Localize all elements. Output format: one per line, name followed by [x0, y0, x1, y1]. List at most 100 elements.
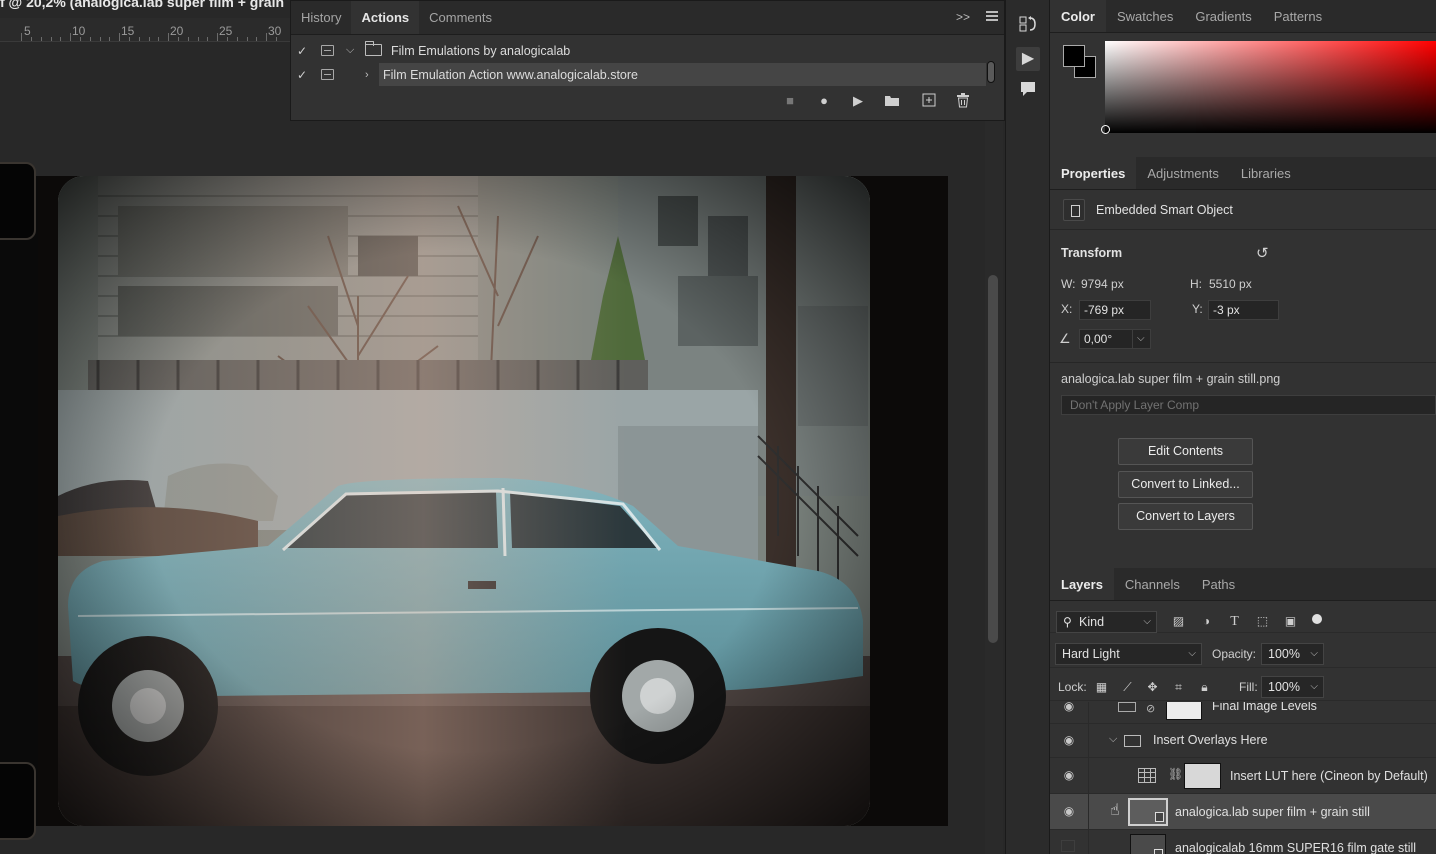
- opacity-value: 100%: [1268, 647, 1300, 661]
- transform-heading: Transform: [1061, 246, 1123, 260]
- filter-toggle-icon[interactable]: [1312, 614, 1322, 624]
- visibility-eye-icon[interactable]: ◉: [1061, 702, 1077, 713]
- chevron-down-icon: ⌵: [1310, 681, 1318, 692]
- fill-label: Fill:: [1239, 680, 1258, 694]
- object-type-label: Embedded Smart Object: [1096, 203, 1233, 217]
- convert-to-layers-button[interactable]: Convert to Layers: [1118, 503, 1253, 530]
- color-picker-cursor[interactable]: [1101, 125, 1110, 134]
- angle-field[interactable]: 0,00°: [1079, 329, 1133, 349]
- height-label: H:: [1190, 277, 1202, 291]
- convert-to-linked-button[interactable]: Convert to Linked...: [1118, 471, 1253, 498]
- history-brush-icon[interactable]: [1016, 14, 1040, 38]
- width-value[interactable]: 9794 px: [1081, 277, 1124, 291]
- canvas-scroll-thumb[interactable]: [988, 275, 998, 643]
- layer-name: Insert LUT here (Cineon by Default): [1230, 769, 1428, 783]
- chevron-down-icon: ⌵: [1188, 648, 1196, 659]
- visibility-off-box[interactable]: [1061, 840, 1075, 852]
- dialog-toggle-icon[interactable]: [321, 45, 334, 56]
- panel-menu-icon[interactable]: [986, 11, 998, 21]
- chevron-down-icon[interactable]: ⌵: [346, 44, 354, 57]
- dialog-toggle-icon[interactable]: [321, 69, 334, 80]
- x-position-field[interactable]: -769 px: [1079, 300, 1151, 320]
- tab-properties[interactable]: Properties: [1050, 157, 1137, 189]
- play-icon[interactable]: ▶: [849, 93, 867, 109]
- layer-row[interactable]: ◉ ⊘ Final Image Levels: [1050, 702, 1436, 724]
- tab-layers[interactable]: Layers: [1050, 568, 1114, 600]
- actions-scrollbar[interactable]: [986, 37, 996, 87]
- tab-adjustments[interactable]: Adjustments: [1136, 157, 1230, 189]
- visibility-eye-icon[interactable]: ◉: [1061, 804, 1077, 818]
- record-icon[interactable]: ●: [815, 93, 833, 109]
- foreground-color-swatch[interactable]: [1063, 45, 1085, 67]
- layer-row[interactable]: ◉ ⛓︎ Insert LUT here (Cineon by Default): [1050, 758, 1436, 794]
- y-label: Y:: [1192, 302, 1203, 316]
- lock-all-icon[interactable]: 🔒︎: [1197, 680, 1212, 695]
- comment-bubble-icon[interactable]: [1016, 80, 1040, 104]
- delete-trash-icon[interactable]: [954, 93, 972, 109]
- fill-field[interactable]: 100% ⌵: [1261, 676, 1324, 698]
- folder-icon: [1124, 735, 1141, 747]
- filter-pixel-icon[interactable]: ▨: [1171, 614, 1186, 629]
- chevron-down-icon[interactable]: ⌵: [1109, 733, 1117, 746]
- visibility-eye-icon[interactable]: ◉: [1061, 733, 1077, 747]
- tab-actions[interactable]: Actions: [351, 1, 420, 34]
- canvas-area[interactable]: 5 10 15 20 25 30 f @ 20,2% (analogica.la…: [0, 0, 1005, 854]
- collapsed-panel-strip: ▶: [1005, 0, 1050, 854]
- filter-kind-select[interactable]: ⚲ Kind ⌵: [1056, 611, 1157, 633]
- smart-object-icon: [1063, 199, 1085, 221]
- tab-swatches[interactable]: Swatches: [1106, 0, 1184, 32]
- lock-paint-brush-icon[interactable]: ⟋: [1120, 680, 1135, 695]
- folder-icon: [365, 41, 382, 56]
- filter-shape-icon[interactable]: ⬚: [1255, 614, 1270, 629]
- smart-object-header: Embedded Smart Object: [1063, 199, 1233, 221]
- angle-dropdown-chevron-icon[interactable]: ⌵: [1132, 329, 1151, 349]
- layer-row-selected[interactable]: ◉ ☝ analogica.lab super film + grain sti…: [1050, 794, 1436, 830]
- layer-row[interactable]: analogicalab 16mm SUPER16 film gate stil…: [1050, 830, 1436, 854]
- reset-transform-icon[interactable]: ↺: [1256, 244, 1269, 262]
- blend-mode-select[interactable]: Hard Light ⌵: [1055, 643, 1202, 665]
- lock-position-move-icon[interactable]: ✥: [1145, 680, 1160, 695]
- opacity-field[interactable]: 100% ⌵: [1261, 643, 1324, 665]
- filter-adjustment-icon[interactable]: ◑: [1199, 614, 1214, 629]
- tab-history[interactable]: History: [291, 1, 351, 34]
- tab-paths[interactable]: Paths: [1191, 568, 1246, 600]
- edit-contents-button[interactable]: Edit Contents: [1118, 438, 1253, 465]
- toggle-checkmark-icon[interactable]: ✓: [297, 68, 311, 82]
- layers-panel: ⚲ Kind ⌵ ▨ ◑ T ⬚ ▣ Hard Light ⌵ Opacity:…: [1050, 601, 1436, 854]
- stop-icon[interactable]: ■: [781, 93, 799, 109]
- new-set-folder-icon[interactable]: [883, 93, 901, 109]
- lock-transparency-icon[interactable]: ▦: [1094, 680, 1109, 695]
- action-set-row[interactable]: ✓ ⌵ Film Emulations by analogicalab: [291, 39, 986, 62]
- actions-panel: History Actions Comments >> ✓ ⌵ Film Emu…: [290, 0, 1005, 121]
- actions-play-icon[interactable]: ▶: [1016, 47, 1040, 71]
- new-action-icon[interactable]: [920, 93, 938, 109]
- panel-collapse-icon[interactable]: >>: [956, 10, 970, 24]
- action-row[interactable]: ✓ › Film Emulation Action www.analogical…: [291, 63, 986, 86]
- layer-mask-thumbnail: [1184, 763, 1221, 789]
- color-picker-field[interactable]: [1105, 41, 1436, 133]
- y-position-field[interactable]: -3 px: [1208, 300, 1279, 320]
- toggle-checkmark-icon[interactable]: ✓: [297, 44, 311, 58]
- width-label: W:: [1061, 277, 1076, 291]
- tab-comments[interactable]: Comments: [419, 1, 502, 34]
- tab-channels[interactable]: Channels: [1114, 568, 1191, 600]
- smart-object-thumbnail: [1128, 798, 1168, 826]
- filter-smart-object-icon[interactable]: ▣: [1283, 614, 1298, 629]
- tab-color[interactable]: Color: [1050, 0, 1106, 32]
- ruler-tick-label: 15: [121, 24, 135, 38]
- layer-group-row[interactable]: ◉ ⌵ Insert Overlays Here: [1050, 724, 1436, 758]
- visibility-eye-icon[interactable]: ◉: [1061, 768, 1077, 782]
- tab-patterns[interactable]: Patterns: [1263, 0, 1333, 32]
- filter-type-icon[interactable]: T: [1227, 614, 1242, 629]
- tab-gradients[interactable]: Gradients: [1184, 0, 1262, 32]
- canvas-image-blue-car[interactable]: [58, 176, 870, 826]
- height-value[interactable]: 5510 px: [1209, 277, 1252, 291]
- layer-comp-select[interactable]: Don't Apply Layer Comp: [1061, 395, 1436, 415]
- link-chain-icon: ⊘: [1146, 703, 1156, 715]
- action-label: Film Emulation Action www.analogicalab.s…: [383, 67, 638, 82]
- document-tab-title[interactable]: f @ 20,2% (analogica.lab super film + gr…: [0, 0, 284, 12]
- tab-libraries[interactable]: Libraries: [1230, 157, 1302, 189]
- lock-artboard-icon[interactable]: ⌗: [1171, 680, 1186, 695]
- photo-illustration: [58, 176, 870, 826]
- chevron-right-icon[interactable]: ›: [365, 69, 369, 81]
